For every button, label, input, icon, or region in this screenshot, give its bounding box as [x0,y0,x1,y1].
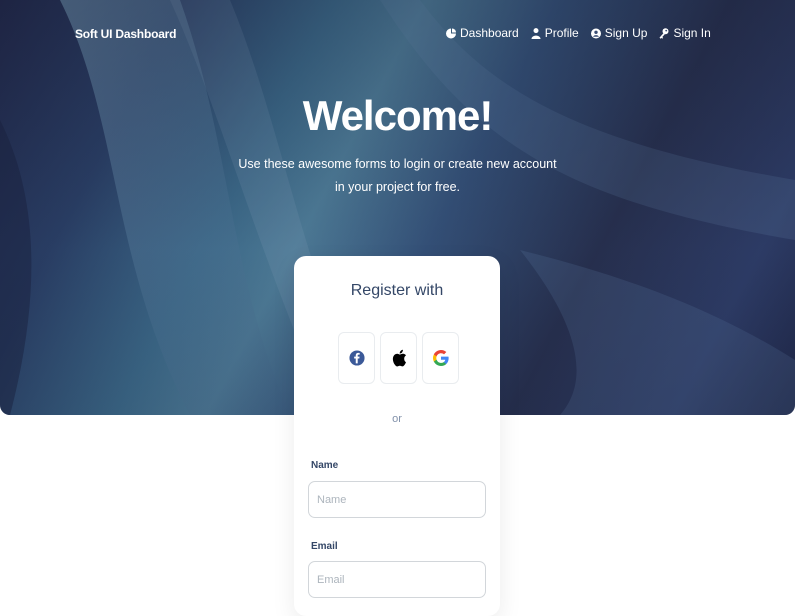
key-icon [659,27,669,39]
apple-icon [392,349,406,367]
subtitle-line-2: in your project for free. [334,180,461,194]
social-login-group [338,332,459,384]
top-nav: Dashboard Profile Sign Up Sign In [446,26,711,40]
name-input[interactable] [308,481,486,518]
name-label: Name [311,460,339,471]
email-label: Email [311,541,338,552]
subtitle-line-1: Use these awesome forms to login or crea… [238,157,557,171]
nav-dashboard[interactable]: Dashboard [446,26,519,40]
facebook-icon [348,350,365,366]
nav-profile-label: Profile [544,26,579,40]
page-subtitle: Use these awesome forms to login or crea… [0,153,795,199]
nav-profile[interactable]: Profile [531,26,579,40]
google-button[interactable] [422,332,459,384]
brand-logo-text[interactable]: Soft UI Dashboard [75,27,176,41]
nav-sign-in-label: Sign In [673,26,711,40]
person-icon [531,27,541,39]
page-title: Welcome! [302,92,494,139]
apple-button[interactable] [380,332,417,384]
divider-or: or [392,413,402,425]
nav-sign-in[interactable]: Sign In [659,26,711,40]
register-card-title: Register with [350,282,444,299]
user-circle-icon [590,28,601,38]
facebook-button[interactable] [338,332,375,384]
google-icon [432,350,449,366]
nav-sign-up-label: Sign Up [604,26,648,40]
nav-dashboard-label: Dashboard [460,26,519,40]
pie-chart-icon [446,28,456,38]
nav-sign-up[interactable]: Sign Up [590,26,648,40]
register-card: Register with or Name Email [294,256,500,616]
email-input[interactable] [308,561,486,598]
